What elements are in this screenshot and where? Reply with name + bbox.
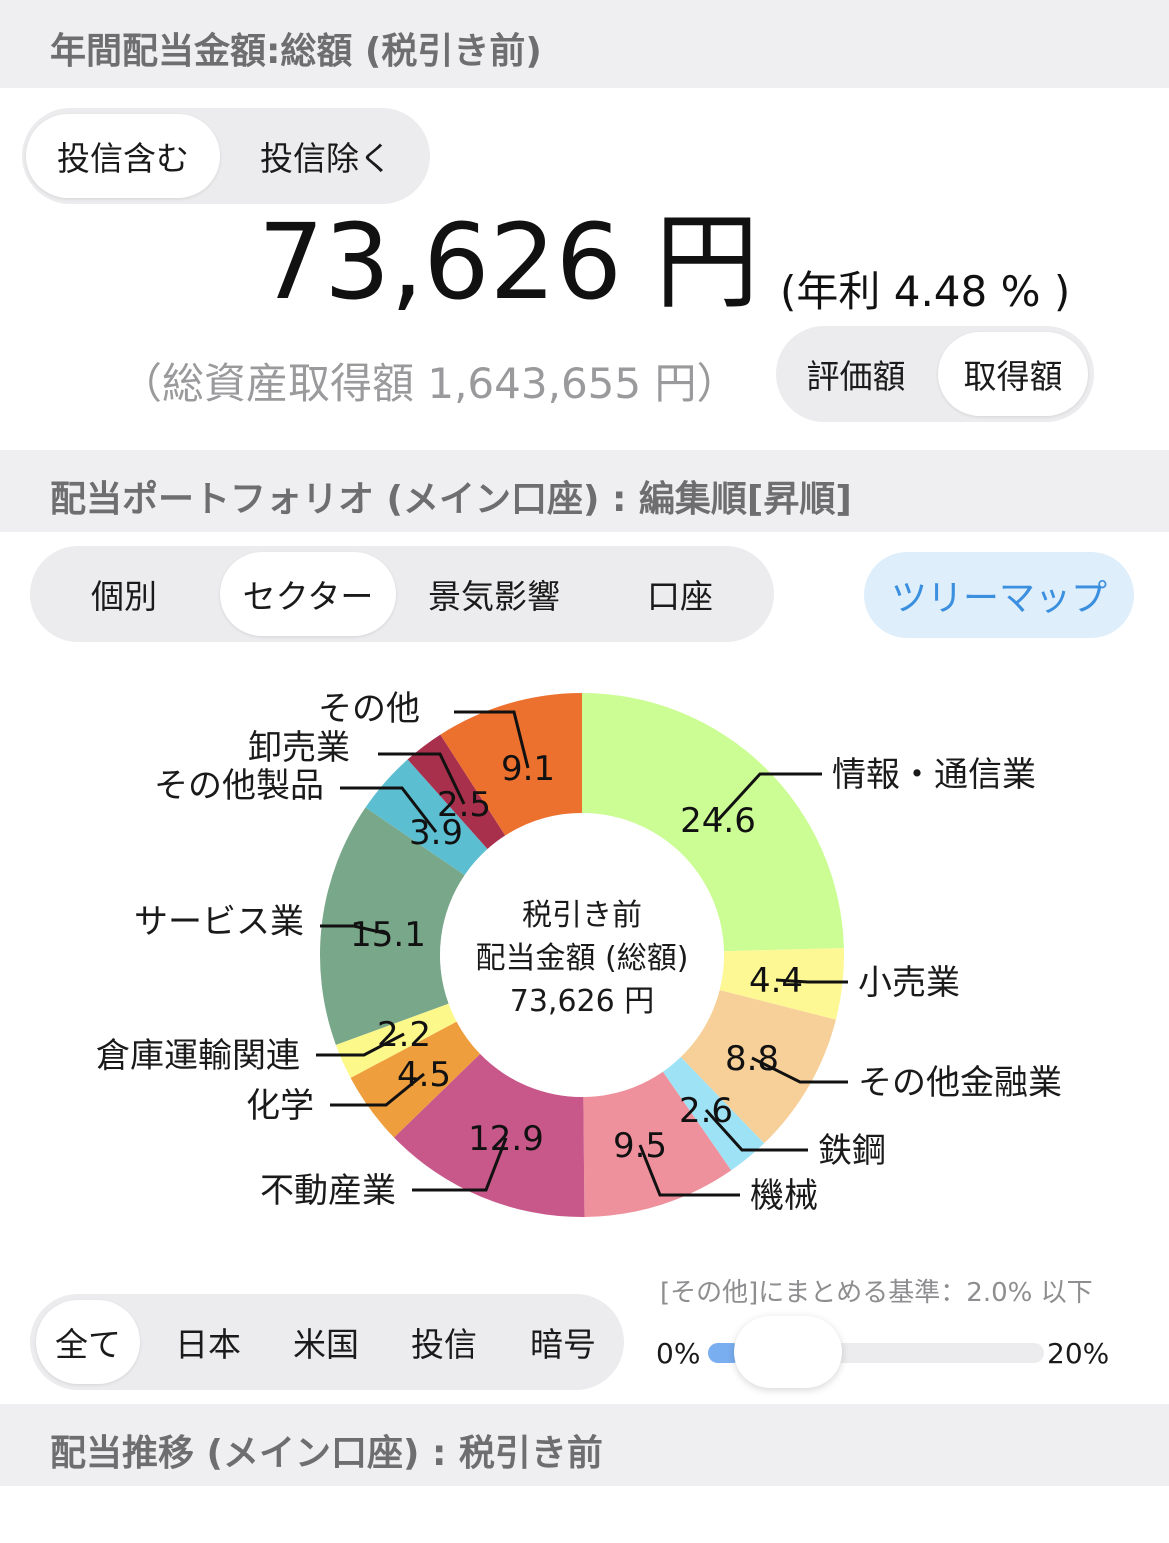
portfolio-section-header: 配当ポートフォリオ (メイン口座) : 編集順[昇順]	[0, 450, 1169, 532]
include-funds-option[interactable]: 投信含む	[26, 114, 220, 198]
sector-donut-chart: 24.6 情報・通信業 4.4 小売業 8.8 その他金融業 2.6 鉄鋼 9.5 機械 12.9 不…	[96, 689, 1062, 1217]
slice-category-label: 卸売業	[248, 728, 350, 768]
slice-category-label: 小売業	[858, 963, 960, 1003]
center-text-line-3: 73,626 円	[510, 984, 655, 1019]
slider-max-label: 20%	[1047, 1337, 1110, 1370]
tab-japan[interactable]: 日本	[156, 1300, 260, 1384]
market-value-option[interactable]: 評価額	[782, 332, 930, 416]
basis-toggle: 評価額 取得額	[776, 326, 1094, 422]
slice-value-label: 2.2	[377, 1015, 431, 1055]
threshold-slider-handle[interactable]	[734, 1316, 842, 1388]
annual-dividend-amount: 73,626 円	[258, 201, 759, 323]
tab-individual[interactable]: 個別	[38, 552, 210, 636]
cost-basis-option[interactable]: 取得額	[938, 332, 1088, 416]
slice-category-label: 化学	[246, 1086, 314, 1126]
slice-category-label: その他	[318, 689, 420, 729]
annual-yield: (年利 4.48 % )	[780, 267, 1071, 316]
slice-category-label: 不動産業	[260, 1171, 396, 1211]
slice-category-label: その他金融業	[858, 1063, 1062, 1103]
slider-min-label: 0%	[656, 1337, 701, 1370]
slice-value-label: 9.5	[613, 1126, 667, 1166]
exclude-funds-option[interactable]: 投信除く	[228, 114, 424, 198]
tab-sector[interactable]: セクター	[220, 552, 396, 636]
total-cost-basis: （総資産取得額 1,643,655 円）	[120, 359, 739, 408]
center-text-line-1: 税引き前	[522, 898, 642, 933]
slice-value-label: 9.1	[501, 749, 555, 789]
slice-category-label: 倉庫運輸関連	[96, 1036, 300, 1076]
slice-value-label: 8.8	[725, 1039, 779, 1079]
portfolio-section-title: 配当ポートフォリオ (メイン口座) : 編集順[昇順]	[50, 479, 852, 520]
tab-funds[interactable]: 投信	[392, 1300, 496, 1384]
market-tabs: 全て 日本 米国 投信 暗号	[30, 1294, 624, 1390]
trend-section-header: 配当推移 (メイン口座) : 税引き前	[0, 1404, 1169, 1486]
grouping-threshold-label: [その他]にまとめる基準：2.0% 以下	[660, 1278, 1093, 1308]
slice-category-label: その他製品	[154, 766, 324, 806]
slice-value-label: 4.4	[749, 961, 803, 1001]
slice-value-label: 24.6	[680, 801, 756, 841]
slice-value-label: 4.5	[397, 1055, 451, 1095]
tab-all[interactable]: 全て	[36, 1300, 140, 1384]
slice-value-label: 2.6	[679, 1091, 733, 1131]
slice-value-label: 12.9	[468, 1119, 544, 1159]
slice-category-label: 情報・通信業	[832, 755, 1036, 795]
tab-crypto[interactable]: 暗号	[510, 1300, 616, 1384]
center-text-line-2: 配当金額 (総額)	[476, 941, 689, 976]
treemap-button[interactable]: ツリーマップ	[864, 552, 1134, 638]
annual-section-title: 年間配当金額:総額 (税引き前)	[50, 31, 542, 72]
annual-section-header: 年間配当金額:総額 (税引き前)	[0, 0, 1169, 88]
tab-account[interactable]: 口座	[592, 552, 768, 636]
slice-value-label: 15.1	[350, 915, 426, 955]
slice-value-label: 2.5	[437, 785, 491, 825]
tab-us[interactable]: 米国	[274, 1300, 378, 1384]
tab-economic-impact[interactable]: 景気影響	[404, 552, 584, 636]
fund-toggle: 投信含む 投信除く	[22, 108, 430, 204]
slice-category-label: サービス業	[134, 902, 304, 942]
trend-section-title: 配当推移 (メイン口座) : 税引き前	[50, 1433, 603, 1474]
slice-category-label: 鉄鋼	[818, 1131, 886, 1171]
slice-category-label: 機械	[750, 1176, 818, 1216]
view-tabs: 個別 セクター 景気影響 口座	[30, 546, 774, 642]
